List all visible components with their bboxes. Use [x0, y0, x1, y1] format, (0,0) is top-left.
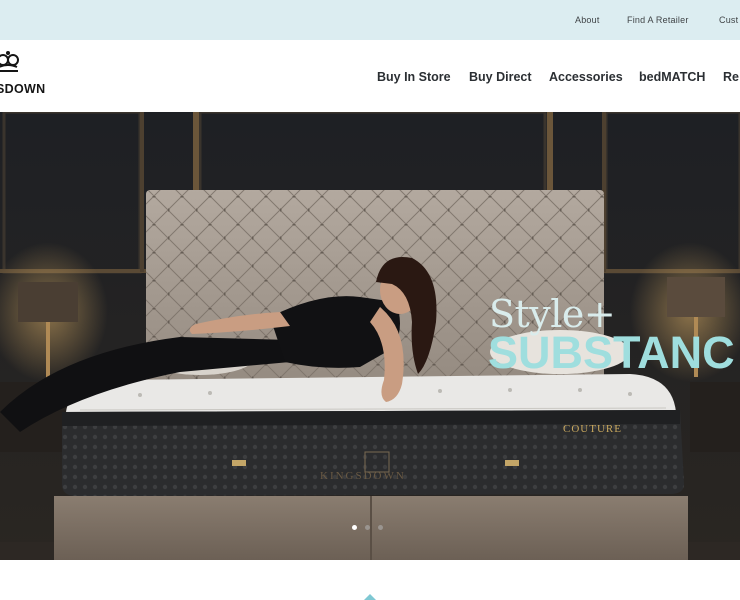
nav-buy-in-store[interactable]: Buy In Store — [377, 70, 451, 84]
mattress-model-label: COUTURE — [563, 423, 622, 435]
carousel-dot-2[interactable] — [365, 525, 370, 530]
mattress-brand-label: KINGSDOWN — [320, 470, 406, 482]
chevron-up-icon[interactable] — [364, 594, 376, 600]
nav-accessories[interactable]: Accessories — [549, 70, 623, 84]
utility-link-about[interactable]: About — [575, 15, 600, 25]
nav-buy-direct[interactable]: Buy Direct — [469, 70, 532, 84]
utility-bar: About Find A Retailer Cust — [0, 0, 740, 40]
logo[interactable]: SDOWN — [0, 50, 64, 100]
utility-link-find-retailer[interactable]: Find A Retailer — [627, 15, 689, 25]
utility-link-customer-service[interactable]: Cust — [719, 15, 738, 25]
nav-reviews[interactable]: Re — [723, 70, 739, 84]
hero-banner[interactable]: Style+ SUBSTANC COUTURE KINGSDOWN — [0, 112, 740, 560]
logo-wordmark: SDOWN — [0, 82, 46, 96]
carousel-dot-3[interactable] — [378, 525, 383, 530]
page: About Find A Retailer Cust SDOWN Buy In … — [0, 0, 740, 600]
nav-bedmatch[interactable]: bedMATCH — [639, 70, 705, 84]
crown-icon — [0, 51, 19, 72]
hero-headline-line2: SUBSTANC — [488, 327, 735, 378]
carousel-dot-1[interactable] — [352, 525, 357, 530]
site-header: SDOWN Buy In Store Buy Direct Accessorie… — [0, 40, 740, 112]
